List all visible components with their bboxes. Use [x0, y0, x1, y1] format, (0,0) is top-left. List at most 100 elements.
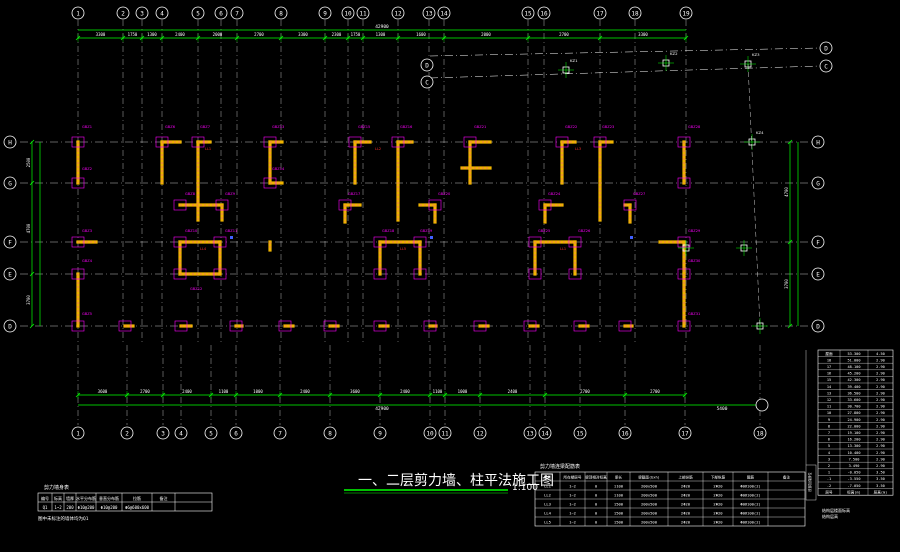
floor-elevation-table: 屋面 53.300 4.5018 51.000 2.9017 48.100 2.9016 45… [805, 349, 894, 519]
elev-table-cell: 19.100 [848, 431, 861, 435]
beam-table-cell: 2Φ20 [681, 520, 691, 525]
elev-table-cell: 屋面 [825, 351, 833, 356]
wall-tag-GBZ24: GBZ24 [548, 192, 561, 196]
wall-tag-GBZ19: GBZ19 [420, 229, 433, 233]
elev-table-cell: 14 [827, 385, 831, 389]
elev-table-cell: -1 [827, 477, 831, 481]
elev-table-cell: 2.90 [876, 398, 885, 402]
bottom-dim-label: 2700 [580, 389, 590, 394]
wall-table-title: 剪力墙身表 [44, 484, 69, 491]
elev-table-cell: 2.90 [876, 385, 885, 389]
bottom-dim-label: 2400 [300, 389, 310, 394]
wall-tag-GBZ4: GBZ4 [82, 259, 93, 263]
top-dim-label: 1300 [376, 32, 386, 37]
left-dim-label: 4700 [26, 223, 31, 233]
beam-table-header: 梁长 [615, 475, 623, 480]
wall-table-header: 标高 [54, 495, 62, 501]
beam-table-cell: 1~2 [569, 493, 576, 498]
elev-table-subtitle: 结构层高 [822, 513, 838, 519]
wall-tag-GBZ13: GBZ13 [272, 125, 284, 129]
elev-table-cell: 12 [827, 398, 831, 402]
elev-table-cell: 16 [827, 372, 831, 376]
beam-table-cell: 1500 [614, 520, 624, 525]
axis-bubble-top-12-label: 12 [394, 11, 402, 18]
wall-tag-GBZ10: GBZ10 [185, 229, 198, 233]
elev-table-cell: 2.90 [876, 372, 885, 376]
elev-table-cell: 17 [827, 365, 831, 369]
beam-table-header: 箍筋 [747, 475, 755, 480]
wall-table-cell: Φ6@600x600 [125, 505, 150, 510]
elev-table-cell: 层高(m) [874, 489, 888, 494]
bottom-dim-label: 3600 [98, 389, 108, 394]
elev-table-cell: 30.700 [848, 405, 861, 409]
wall-tag-GBZ6: GBZ6 [165, 125, 176, 129]
elev-table-cell: 22.000 [848, 424, 861, 428]
axis-bubble-right-H-label: H [816, 140, 820, 147]
elev-table-cell: 2.90 [876, 431, 885, 435]
beam-table-cell: LL4 [544, 511, 552, 516]
axis-bubble-top-10-label: 10 [344, 11, 352, 18]
beam-table-cell: 1~2 [569, 511, 576, 516]
bottom-dim-label: 2700 [140, 389, 150, 394]
elev-table-cell: 2.90 [876, 418, 885, 422]
axis-bubble-bottom-18-label: 18 [756, 431, 764, 438]
wall-table-note: 图中未标注的墙体均为Q1 [38, 515, 89, 522]
beam-table-cell: 200x500 [641, 511, 658, 516]
axis-bubble-top-right-c-label: C [824, 64, 828, 71]
bottom-right-label: 5400 [717, 406, 728, 412]
elev-table-cell: 2.90 [876, 424, 885, 428]
blue-marker-2 [430, 236, 433, 239]
axis-bubble-bottom-15-label: 15 [576, 431, 584, 438]
beam-table-cell: 2Φ20 [681, 502, 691, 507]
grid-lines [20, 20, 821, 425]
axis-bubble-left-H-label: H [8, 140, 12, 147]
elev-table-cell: 3 [828, 457, 830, 461]
elev-table-cell: 标高(m) [847, 489, 861, 494]
axis-bubble-top-16-label: 16 [540, 11, 548, 18]
wall-table-cell: 200 [66, 505, 74, 510]
red-marker-1: LL1 [205, 147, 211, 151]
axis-bubble-bottom-2-label: 2 [125, 431, 129, 438]
elev-table-cell: 2 [828, 464, 830, 468]
drawing-title-block: 一、二层剪力墙、柱平法施工图 1:100 [344, 473, 554, 494]
wall-tag-GBZ18: GBZ18 [382, 229, 395, 233]
elev-table-cell: 42.300 [848, 378, 861, 382]
axis-bubble-top-1-label: 1 [76, 11, 80, 18]
column-tag-KZ2: KZ2 [670, 51, 678, 56]
beam-table-cell: 1100 [614, 484, 624, 489]
elev-table-cell: 10.400 [848, 451, 861, 455]
beam-table-cell: 2Φ20 [713, 511, 723, 516]
wall-tag-GBZ28: GBZ28 [688, 125, 701, 129]
axis-bubble-top-4-label: 4 [160, 11, 164, 18]
elev-table-cell: 3.490 [849, 464, 860, 468]
wall-table-cell: Q1 [43, 505, 48, 510]
elev-table-cell: 2.90 [876, 444, 885, 448]
axis-bubble-top-18-label: 18 [631, 11, 639, 18]
axis-bubble-top-left-d-label: D [425, 63, 429, 70]
axis-bubble-top-left-c-label: C [425, 80, 429, 87]
beam-table-cell: 0 [595, 511, 598, 516]
axis-bubble-left-E-label: E [8, 272, 12, 279]
top-dim-label: 2000 [213, 32, 223, 37]
wall-tag-GBZ15: GBZ15 [358, 125, 370, 129]
axis-bubble-top-5-label: 5 [196, 11, 200, 18]
wall-tag-GBZ12: GBZ12 [190, 287, 202, 291]
wall-tag-GBZ22: GBZ22 [565, 125, 577, 129]
grid-line-c [429, 65, 821, 79]
elev-table-cell: 2.90 [876, 365, 885, 369]
bottom-overall-label: 42900 [375, 406, 389, 412]
beam-table-cell: 1~2 [569, 484, 576, 489]
left-dim-label: 2500 [26, 157, 31, 167]
beam-table-cell: LL3 [544, 502, 551, 507]
bottom-dim-label: 2400 [508, 389, 518, 394]
drawing-scale: 1:100 [512, 483, 538, 493]
column-tag-KZ4: KZ4 [756, 130, 764, 135]
beam-table-cell: 200x500 [641, 502, 658, 507]
beam-table-cell: 2Φ20 [713, 520, 723, 525]
wall-table-header: 备注 [160, 495, 168, 501]
wall-tag-GBZ1: GBZ1 [82, 125, 92, 129]
beam-table-cell: Φ8@100(2) [740, 493, 761, 498]
beam-table-cell: LL2 [544, 493, 551, 498]
red-marker-3: LL3 [575, 147, 581, 151]
elev-table-cell: 3.50 [876, 477, 885, 481]
